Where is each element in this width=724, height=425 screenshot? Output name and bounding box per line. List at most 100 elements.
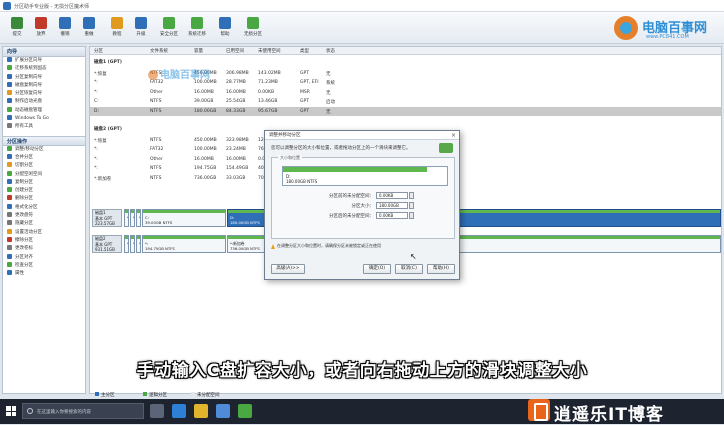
disk-segment[interactable]: * <box>130 209 135 227</box>
table-cell: 16.00MB <box>226 89 246 95</box>
disk-segment[interactable]: *: 194.75GB NTFS <box>142 235 226 253</box>
sidebar-item[interactable]: 更改盘符 <box>3 212 85 220</box>
size-field-label: 分区大小： <box>351 204 375 209</box>
sidebar-item-label: 擦除分区 <box>15 237 33 243</box>
toolbar-button-8[interactable]: 帮助 <box>212 15 238 41</box>
sidebar-item-label: 检查分区 <box>15 262 33 268</box>
toolbar-icon-1 <box>35 17 47 29</box>
sidebar-item[interactable]: 切割分区 <box>3 162 85 170</box>
search-placeholder: 在这里输入你要搜索的内容 <box>37 410 91 415</box>
table-cell: 323.98MB <box>226 138 249 143</box>
sidebar-item[interactable]: 调整/移动分区 <box>3 145 85 154</box>
warning-text: 在调整分区大小和位置时，请确保分区未被锁定或正在使用 <box>277 243 381 248</box>
table-cell: 23.24MB <box>226 147 246 153</box>
sidebar-item[interactable]: 属性 <box>3 270 85 278</box>
column-header[interactable]: 未使用空间 <box>258 48 281 54</box>
table-cell: 39.00GB <box>194 99 214 105</box>
toolbar-button-6[interactable]: 安全分区 <box>156 15 182 41</box>
toolbar-button-2[interactable]: 撤销 <box>52 15 78 41</box>
sidebar-item-icon <box>7 195 12 201</box>
sidebar-item[interactable]: 分区复制向导 <box>3 73 85 82</box>
disk-segment[interactable]: * <box>136 235 141 253</box>
spin-arrows-icon[interactable] <box>409 212 414 219</box>
column-header[interactable]: 已用空间 <box>226 48 244 54</box>
windows-start-icon[interactable] <box>6 406 16 416</box>
disk-map-label[interactable]: 磁盘2 基本 GPT 931.51GB <box>92 235 122 253</box>
disk-segment[interactable]: * <box>130 235 135 253</box>
sidebar-item[interactable]: 删除分区 <box>3 195 85 203</box>
sidebar-item[interactable]: 所有工具 <box>3 123 85 131</box>
taskbar-search-box[interactable]: 在这里输入你要搜索的内容 <box>22 403 144 419</box>
dialog-close-icon[interactable]: × <box>451 131 456 140</box>
sidebar-item[interactable]: 制作启动光盘 <box>3 98 85 106</box>
size-field-input[interactable]: 0.00KB <box>376 212 408 219</box>
legend-item: 主分区 <box>95 392 115 398</box>
help-button[interactable]: 帮助(H) <box>427 264 455 274</box>
table-cell: *: <box>94 89 98 95</box>
sidebar-item[interactable]: Windows To Go <box>3 115 85 123</box>
sidebar-item[interactable]: 动态磁盘管理 <box>3 106 85 115</box>
toolbar-button-5[interactable]: 升级 <box>128 15 154 41</box>
table-row[interactable]: C: NTFS 39.00GB 25.54GB 13.46GB GPT 启动 <box>90 97 721 106</box>
toolbar-button-3[interactable]: 重做 <box>76 15 102 41</box>
table-cell: GPT <box>300 99 309 105</box>
taskbar-app-partition-assistant-icon[interactable] <box>238 404 252 418</box>
sidebar-item-icon <box>7 145 12 151</box>
sidebar-item[interactable]: 检查分区 <box>3 261 85 270</box>
spin-arrows-icon[interactable] <box>409 202 414 209</box>
table-cell: 100.00MB <box>194 147 217 153</box>
toolbar-button-0[interactable]: 提交 <box>4 15 30 41</box>
column-header[interactable]: 类型 <box>300 48 309 54</box>
sidebar-item-label: 分区对齐 <box>15 254 33 260</box>
disk-segment[interactable]: * <box>136 209 141 227</box>
size-field-input[interactable]: 0.00KB <box>376 192 408 199</box>
spin-arrows-icon[interactable] <box>409 192 414 199</box>
ok-button[interactable]: 确定(O) <box>363 264 391 274</box>
advanced-button[interactable]: 高级(A)>> <box>271 264 305 274</box>
disk-segment[interactable]: * <box>124 235 129 253</box>
sidebar-item[interactable]: 分区恢复向导 <box>3 90 85 98</box>
taskbar-app-edge-icon[interactable] <box>172 404 186 418</box>
column-header[interactable]: 文件系统 <box>150 48 168 54</box>
segment-label: * <box>139 215 140 220</box>
table-cell: 84.33GB <box>226 108 246 114</box>
table-cell: FAT32 <box>150 147 164 153</box>
sidebar-item[interactable]: 更改卷标 <box>3 245 85 253</box>
dialog-title: 调整并移动分区 <box>269 133 301 138</box>
column-header[interactable]: 分区 <box>94 48 103 54</box>
sidebar-item[interactable]: 分配空闲空间 <box>3 170 85 179</box>
sidebar-item[interactable]: 迁移系统到固态 <box>3 65 85 73</box>
sidebar-item[interactable]: 擦除分区 <box>3 236 85 245</box>
sidebar-item[interactable]: 格式化分区 <box>3 203 85 212</box>
sidebar-item[interactable]: 磁盘复制向导 <box>3 81 85 90</box>
disk-map-label[interactable]: 磁盘1 基本 GPT 223.57GB <box>92 209 122 227</box>
size-field-input[interactable]: 180.00GB <box>376 202 408 209</box>
table-row[interactable]: D: NTFS 180.00GB 84.33GB 95.67GB GPT 无 <box>90 106 721 116</box>
taskbar-app-task-view-icon[interactable] <box>150 404 164 418</box>
taskbar-app-explorer-icon[interactable] <box>194 404 208 418</box>
toolbar-button-4[interactable]: 教程 <box>104 15 130 41</box>
table-cell: *:恢复 <box>94 72 107 77</box>
table-cell: 180.00GB <box>194 108 217 114</box>
toolbar-button-1[interactable]: 放弃 <box>28 15 54 41</box>
title-bar: 分区助手专业版 - 无损分区魔术师 <box>0 0 724 12</box>
sidebar-item[interactable]: 创建分区 <box>3 187 85 195</box>
disk-segment[interactable]: C: 39.00GB NTFS <box>142 209 226 227</box>
cancel-button[interactable]: 取消(C) <box>395 264 423 274</box>
taskbar-app-store-icon[interactable] <box>216 404 230 418</box>
table-cell: 无 <box>326 90 331 96</box>
column-header[interactable]: 容量 <box>194 48 203 54</box>
toolbar-icon-9 <box>247 17 259 29</box>
sidebar-item[interactable]: 扩展分区向导 <box>3 57 85 65</box>
sidebar-item[interactable]: 分区对齐 <box>3 253 85 262</box>
disk-segment[interactable]: * <box>124 209 129 227</box>
sidebar-item[interactable]: 隐藏分区 <box>3 220 85 228</box>
toolbar-button-9[interactable]: 无损分区 <box>240 15 266 41</box>
sidebar-item[interactable]: 设置活动分区 <box>3 228 85 237</box>
sidebar-item[interactable]: 复制分区 <box>3 178 85 187</box>
partition-slider[interactable]: D: 180.00GB NTFS <box>282 166 448 186</box>
table-row[interactable]: *: Other 16.00MB 16.00MB 0.00KB MSR 无 <box>90 88 721 97</box>
toolbar-button-7[interactable]: 系统迁移 <box>184 15 210 41</box>
column-header[interactable]: 状态 <box>326 48 335 54</box>
sidebar-item[interactable]: 合并分区 <box>3 153 85 162</box>
